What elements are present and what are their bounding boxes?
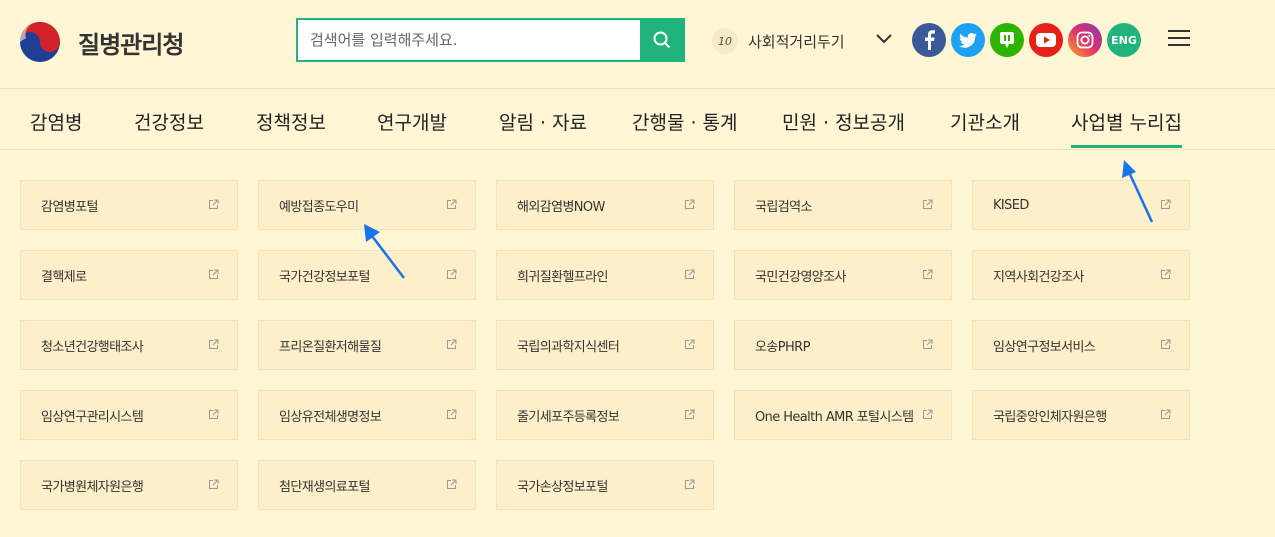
site-link-tile[interactable]: 오송PHRP [734,320,952,370]
distancing-level-badge: 10 [712,28,738,54]
nav-item[interactable]: 정책정보 [256,108,326,135]
site-link-tile[interactable]: 임상유전체생명정보 [258,390,476,440]
site-link-label: 임상유전체생명정보 [279,409,382,425]
search-icon [653,31,670,49]
nav-item[interactable]: 감염병 [30,108,82,135]
hamburger-menu-icon[interactable] [1168,30,1190,50]
external-link-icon [1161,409,1171,419]
nav-item[interactable]: 알림 · 자료 [499,108,587,135]
external-link-icon [1161,339,1171,349]
site-link-tile[interactable]: 지역사회건강조사 [972,250,1190,300]
site-link-tile[interactable]: 첨단재생의료포털 [258,460,476,510]
nav-item[interactable]: 간행물 · 통계 [632,108,738,135]
pointer-arrow-icon [364,224,405,279]
site-link-label: 임상연구정보서비스 [993,339,1096,355]
site-link-label: 국립중앙인체자원은행 [993,409,1107,425]
site-link-tile[interactable]: 결핵제로 [20,250,238,300]
twitter-icon[interactable] [951,23,985,57]
site-link-label: 국민건강영양조사 [755,269,846,285]
site-link-label: 오송PHRP [755,339,810,355]
site-link-label: 예방접종도우미 [279,199,359,215]
site-link-label: 국가건강정보포털 [279,269,370,285]
site-link-label: 감염병포털 [41,199,98,215]
site-link-label: KISED [993,197,1029,213]
main-navigation: 감염병 건강정보 정책정보 연구개발 알림 · 자료 간행물 · 통계 민원 ·… [0,88,1275,150]
pointer-arrow-icon [1122,160,1154,223]
site-link-label: 임상연구관리시스템 [41,409,144,425]
site-link-tile[interactable]: 국가손상정보포털 [496,460,714,510]
instagram-icon[interactable] [1068,23,1102,57]
external-link-icon [209,199,219,209]
external-link-icon [923,339,933,349]
external-link-icon [685,479,695,489]
site-link-label: 국가손상정보포털 [517,479,608,495]
logo[interactable]: 질병관리청 [14,20,184,64]
site-link-tile[interactable]: 해외감염병NOW [496,180,714,230]
site-link-label: 첨단재생의료포털 [279,479,370,495]
external-link-icon [447,479,457,489]
external-link-icon [209,409,219,419]
nav-item[interactable]: 연구개발 [377,108,447,135]
external-link-icon [685,269,695,279]
nav-item-active[interactable]: 사업별 누리집 [1071,108,1182,148]
site-link-tile[interactable]: One Health AMR 포털시스템 [734,390,952,440]
nav-item[interactable]: 민원 · 정보공개 [782,108,905,135]
external-link-icon [209,269,219,279]
taegeuk-logo-icon [20,22,60,62]
site-link-tile[interactable]: 국립검역소 [734,180,952,230]
external-link-icon [447,409,457,419]
site-link-label: 해외감염병NOW [517,199,605,215]
nav-item[interactable]: 건강정보 [134,108,204,135]
search-button[interactable] [640,20,683,60]
site-link-tile[interactable]: 국가병원체자원은행 [20,460,238,510]
external-link-icon [447,199,457,209]
site-link-tile[interactable]: 희귀질환헬프라인 [496,250,714,300]
header: 질병관리청 10 사회적거리두기 E [0,0,1275,88]
site-link-label: 희귀질환헬프라인 [517,269,608,285]
site-link-tile[interactable]: 임상연구관리시스템 [20,390,238,440]
site-link-label: 국립검역소 [755,199,812,215]
site-link-label: 청소년건강행태조사 [41,339,144,355]
distancing-label: 사회적거리두기 [748,32,845,51]
english-button[interactable]: ENG [1107,23,1141,57]
social-links: ENG [912,23,1141,57]
external-link-icon [1161,269,1171,279]
facebook-icon[interactable] [912,23,946,57]
site-link-label: 국가병원체자원은행 [41,479,144,495]
site-link-tile[interactable]: 청소년건강행태조사 [20,320,238,370]
external-link-icon [685,339,695,349]
site-link-label: 프리온질환저해물질 [279,339,382,355]
chevron-down-icon[interactable] [875,33,893,45]
nav-item[interactable]: 기관소개 [950,108,1020,135]
external-link-icon [923,199,933,209]
external-link-icon [685,199,695,209]
site-link-label: 지역사회건강조사 [993,269,1084,285]
site-link-tile[interactable]: 국민건강영양조사 [734,250,952,300]
logo-text: 질병관리청 [78,30,184,59]
external-link-icon [923,269,933,279]
external-link-icon [1161,199,1171,209]
site-link-tile[interactable]: 줄기세포주등록정보 [496,390,714,440]
external-link-icon [447,269,457,279]
site-link-label: 결핵제로 [41,269,87,285]
external-link-icon [209,479,219,489]
distancing-selector[interactable]: 10 사회적거리두기 [712,28,892,54]
external-link-icon [209,339,219,349]
youtube-icon[interactable] [1029,23,1063,57]
site-link-tile[interactable]: 국립중앙인체자원은행 [972,390,1190,440]
blog-icon[interactable] [990,23,1024,57]
site-link-label: 줄기세포주등록정보 [517,409,620,425]
site-link-tile[interactable]: 프리온질환저해물질 [258,320,476,370]
site-link-tile[interactable]: 임상연구정보서비스 [972,320,1190,370]
site-link-label: 국립의과학지식센터 [517,339,620,355]
external-link-icon [447,339,457,349]
search-box [296,18,685,62]
external-link-icon [685,409,695,419]
site-link-tile[interactable]: 감염병포털 [20,180,238,230]
search-input[interactable] [298,20,640,60]
external-link-icon [923,409,933,419]
site-link-label: One Health AMR 포털시스템 [755,409,914,425]
site-link-tile[interactable]: 국립의과학지식센터 [496,320,714,370]
